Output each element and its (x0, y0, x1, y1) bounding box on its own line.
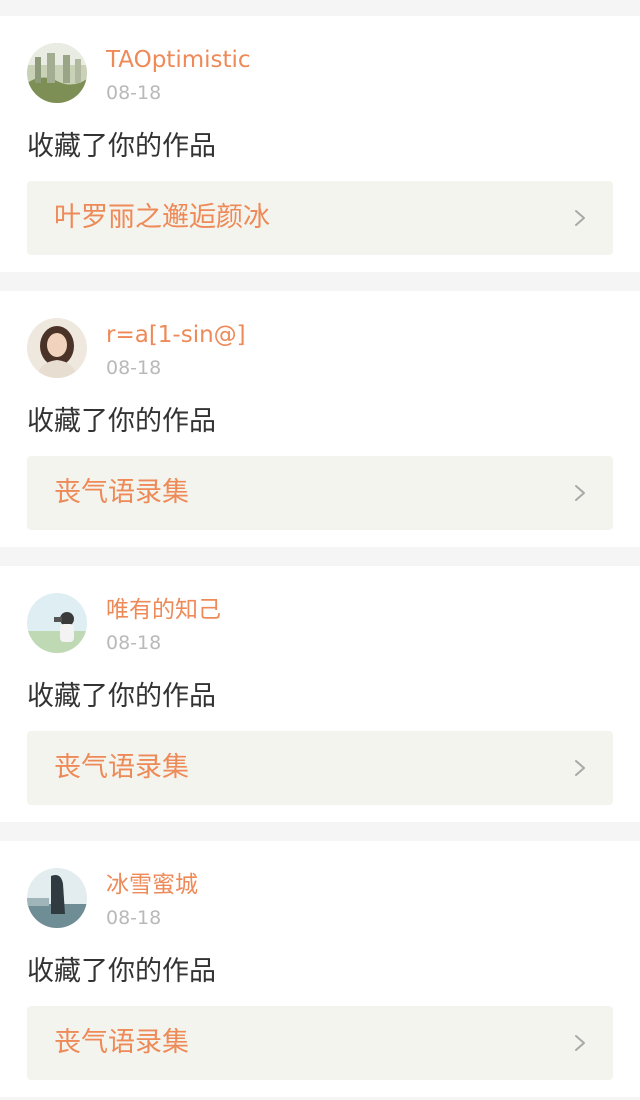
username[interactable]: TAOptimistic (106, 45, 251, 75)
chevron-right-icon (575, 760, 585, 776)
username[interactable]: 唯有的知己 (106, 595, 221, 625)
work-title: 叶罗丽之邂逅颜冰 (54, 202, 270, 233)
chevron-right-icon (575, 1035, 585, 1051)
avatar-woman-portrait-icon (27, 318, 87, 378)
chevron-right-icon (575, 210, 585, 226)
notification-card: r=a[1-sin@] 08-18 收藏了你的作品 丧气语录集 (0, 291, 640, 547)
chevron-right-icon (575, 485, 585, 501)
avatar[interactable] (27, 593, 87, 653)
work-title: 丧气语录集 (54, 477, 189, 508)
avatar-girl-camera-icon (27, 593, 87, 653)
avatar[interactable] (27, 318, 87, 378)
work-title: 丧气语录集 (54, 752, 189, 783)
action-text: 收藏了你的作品 (27, 406, 216, 437)
action-text: 收藏了你的作品 (27, 131, 216, 162)
notification-feed: TAOptimistic 08-18 收藏了你的作品 叶罗丽之邂逅颜冰 r=a[… (0, 0, 640, 1100)
action-text: 收藏了你的作品 (27, 956, 216, 987)
timestamp: 08-18 (106, 357, 162, 379)
action-text: 收藏了你的作品 (27, 681, 216, 712)
work-link[interactable]: 丧气语录集 (27, 731, 613, 805)
timestamp: 08-18 (106, 82, 162, 104)
notification-card: 冰雪蜜城 08-18 收藏了你的作品 丧气语录集 (0, 841, 640, 1097)
avatar-landscape-icon (27, 43, 87, 103)
notification-card: 唯有的知己 08-18 收藏了你的作品 丧气语录集 (0, 566, 640, 822)
username[interactable]: r=a[1-sin@] (106, 320, 246, 350)
work-title: 丧气语录集 (54, 1027, 189, 1058)
timestamp: 08-18 (106, 632, 162, 654)
work-link[interactable]: 丧气语录集 (27, 1006, 613, 1080)
username[interactable]: 冰雪蜜城 (106, 870, 198, 900)
work-link[interactable]: 叶罗丽之邂逅颜冰 (27, 181, 613, 255)
avatar[interactable] (27, 43, 87, 103)
notification-card: TAOptimistic 08-18 收藏了你的作品 叶罗丽之邂逅颜冰 (0, 16, 640, 272)
work-link[interactable]: 丧气语录集 (27, 456, 613, 530)
avatar[interactable] (27, 868, 87, 928)
timestamp: 08-18 (106, 907, 162, 929)
avatar-silhouette-icon (27, 868, 87, 928)
